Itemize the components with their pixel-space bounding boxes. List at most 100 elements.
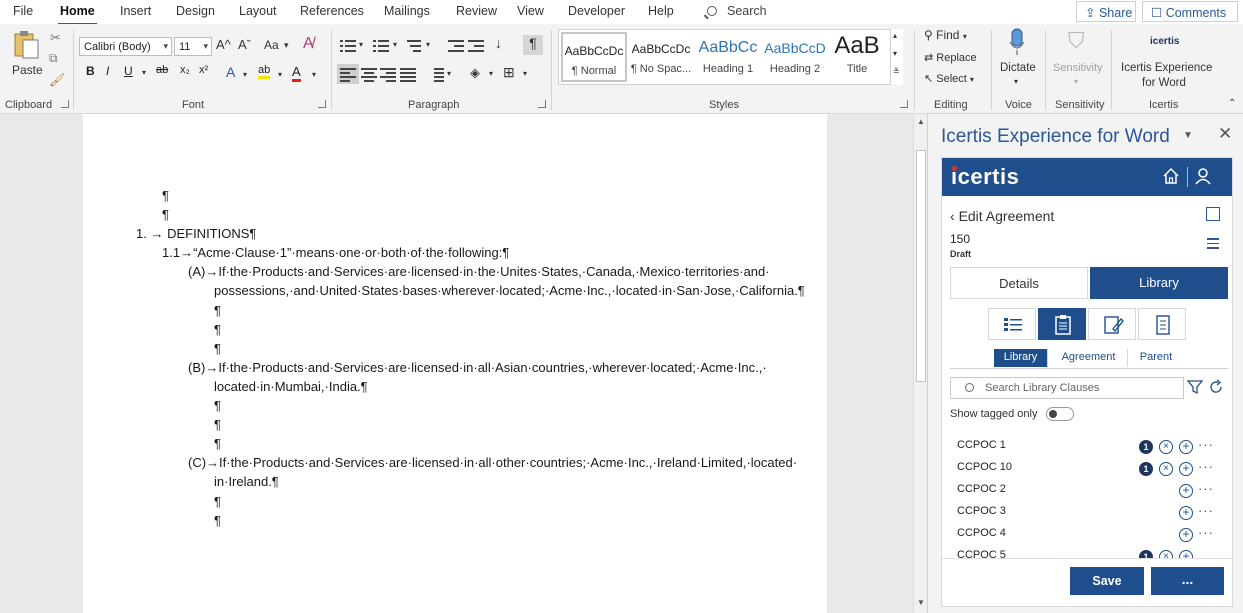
add-clause-icon[interactable]: + — [1179, 440, 1193, 454]
tab-home[interactable]: Home — [58, 4, 97, 26]
underline-button[interactable]: U — [124, 64, 133, 78]
clause-row[interactable]: CCPOC 2 + ··· — [950, 480, 1230, 502]
edit-agreement-link[interactable]: ‹ Edit Agreement — [950, 208, 1054, 224]
tab-view[interactable]: View — [517, 4, 544, 18]
tell-me-search[interactable]: Search — [707, 4, 767, 18]
scrollbar-thumb[interactable] — [916, 150, 926, 382]
more-options-icon[interactable]: ··· — [1198, 525, 1214, 540]
dictate-button[interactable]: Dictate — [1000, 62, 1036, 74]
align-left-icon[interactable] — [337, 64, 359, 84]
borders-icon[interactable]: ⊞ — [503, 64, 515, 81]
style-heading-1[interactable]: AaBbCc Heading 1 — [695, 32, 761, 82]
scroll-up-icon[interactable]: ▲ — [917, 117, 925, 126]
collapse-ribbon-icon[interactable]: ⌃ — [1228, 98, 1236, 109]
font-launcher-icon[interactable] — [318, 100, 326, 108]
add-clause-icon[interactable]: + — [1179, 528, 1193, 542]
copy-icon[interactable]: ⧉ — [49, 51, 58, 66]
highlight-button[interactable]: ab — [258, 64, 271, 79]
style-title[interactable]: AaB Title — [824, 32, 890, 82]
microphone-icon[interactable] — [1009, 28, 1025, 56]
refresh-icon[interactable] — [1208, 379, 1224, 395]
change-case-button[interactable]: Aa — [264, 38, 279, 52]
add-clause-icon[interactable]: + — [1179, 506, 1193, 520]
clear-formatting-icon[interactable]: A̸ — [303, 35, 314, 53]
comments-button[interactable]: ☐ Comments — [1142, 1, 1238, 22]
icertis-button-line1[interactable]: Icertis Experience — [1121, 62, 1212, 74]
document-map-icon[interactable] — [1206, 207, 1220, 221]
style-no-spacing[interactable]: AaBbCcDc ¶ No Spac... — [628, 32, 694, 82]
clause-list-tab[interactable] — [988, 308, 1036, 340]
find-button[interactable]: ⚲ Find ▾ — [924, 28, 967, 42]
pane-options-icon[interactable]: ▼ — [1183, 130, 1193, 141]
replace-button[interactable]: ⇄ Replace — [924, 51, 977, 64]
save-button[interactable]: Save — [1070, 567, 1144, 595]
style-heading-2[interactable]: AaBbCcD Heading 2 — [762, 32, 828, 82]
tab-layout[interactable]: Layout — [239, 4, 277, 18]
strikethrough-button[interactable]: ab — [156, 64, 168, 76]
tab-developer[interactable]: Developer — [568, 4, 625, 18]
close-icon[interactable]: ✕ — [1218, 124, 1232, 144]
sort-icon[interactable]: ↓ — [495, 35, 502, 51]
paste-label[interactable]: Paste — [12, 63, 43, 77]
document-tab[interactable] — [1138, 308, 1186, 340]
more-options-icon[interactable]: ··· — [1198, 459, 1214, 474]
home-icon[interactable] — [1162, 167, 1180, 185]
align-right-icon[interactable] — [380, 67, 396, 82]
format-painter-icon[interactable]: 🖌 — [49, 72, 66, 88]
numbering-icon[interactable] — [373, 39, 389, 53]
add-clause-icon[interactable]: + — [1179, 484, 1193, 498]
tab-references[interactable]: References — [300, 4, 364, 18]
tab-help[interactable]: Help — [648, 4, 674, 18]
remove-clause-icon[interactable]: × — [1159, 462, 1173, 476]
clause-row[interactable]: CCPOC 4 + ··· — [950, 524, 1230, 546]
filter-icon[interactable] — [1187, 379, 1203, 395]
styles-scroll[interactable]: ▴ ▾ ≚ — [890, 29, 903, 85]
subscript-button[interactable]: x₂ — [180, 64, 190, 76]
align-center-icon[interactable] — [361, 67, 377, 82]
remove-clause-icon[interactable]: × — [1159, 440, 1173, 454]
icertis-button-line2[interactable]: for Word — [1142, 77, 1186, 89]
bold-button[interactable]: B — [86, 64, 95, 78]
tab-insert[interactable]: Insert — [120, 4, 151, 18]
more-options-icon[interactable]: ··· — [1198, 481, 1214, 496]
clipboard-tab[interactable] — [1038, 308, 1086, 340]
font-color-button[interactable]: A — [292, 64, 301, 82]
subtab-library[interactable]: Library — [994, 349, 1048, 367]
select-button[interactable]: ↖ Select ▾ — [924, 72, 974, 85]
edit-tab[interactable] — [1088, 308, 1136, 340]
multilevel-list-icon[interactable] — [407, 39, 423, 53]
tab-review[interactable]: Review — [456, 4, 497, 18]
shading-icon[interactable]: ◈ — [470, 65, 480, 81]
subtab-parent[interactable]: Parent — [1130, 349, 1182, 367]
document-scrollbar[interactable]: ▲ ▼ — [913, 114, 927, 613]
clause-row[interactable]: CCPOC 1 1 × + ··· — [950, 436, 1230, 458]
justify-icon[interactable] — [400, 67, 416, 82]
tab-details[interactable]: Details — [950, 267, 1088, 299]
paste-icon[interactable] — [12, 30, 40, 60]
cut-icon[interactable]: ✂ — [50, 30, 61, 46]
italic-button[interactable]: I — [106, 64, 109, 78]
paragraph-launcher-icon[interactable] — [538, 100, 546, 108]
font-size-select[interactable]: 11 ▾ — [174, 37, 212, 56]
menu-icon[interactable] — [1207, 238, 1219, 249]
font-name-select[interactable]: Calibri (Body) ▾ — [79, 37, 172, 56]
tab-mailings[interactable]: Mailings — [384, 4, 430, 18]
more-button[interactable]: ... — [1151, 567, 1224, 595]
clause-row[interactable]: CCPOC 3 + ··· — [950, 502, 1230, 524]
line-spacing-icon[interactable] — [428, 67, 444, 82]
more-options-icon[interactable]: ··· — [1198, 437, 1214, 452]
subtab-agreement[interactable]: Agreement — [1050, 349, 1128, 367]
tab-library[interactable]: Library — [1090, 267, 1228, 299]
user-icon[interactable] — [1194, 167, 1212, 185]
show-tagged-toggle[interactable] — [1046, 407, 1074, 421]
scroll-down-icon[interactable]: ▼ — [917, 598, 925, 607]
bullets-icon[interactable] — [340, 39, 356, 53]
style-normal[interactable]: AaBbCcDc ¶ Normal — [561, 32, 627, 82]
icertis-logo-icon[interactable]: icertis — [1150, 36, 1179, 47]
styles-launcher-icon[interactable] — [900, 100, 908, 108]
more-options-icon[interactable]: ··· — [1198, 503, 1214, 518]
document-page[interactable]: ¶ ¶ 1. → DEFINITIONS¶ 1.1→“Acme·Clause·1… — [83, 114, 827, 613]
grow-font-button[interactable]: A^ — [216, 37, 231, 52]
text-effects-button[interactable]: A — [226, 64, 235, 80]
clipboard-launcher-icon[interactable] — [61, 100, 69, 108]
